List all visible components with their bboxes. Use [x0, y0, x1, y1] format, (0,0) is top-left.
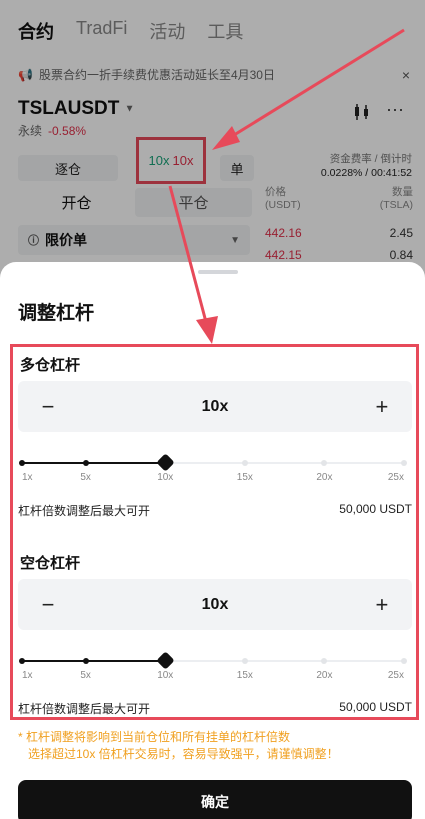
- long-max-value: 50,000 USDT: [339, 502, 412, 516]
- long-leverage-value[interactable]: 10x: [202, 398, 229, 416]
- slider-fill: [22, 462, 166, 464]
- slider-step[interactable]: [321, 658, 328, 664]
- slider-step[interactable]: [19, 658, 25, 664]
- short-max-open-row: 杠杆倍数调整后最大可开 50,000 USDT: [18, 700, 412, 717]
- short-increase-button[interactable]: +: [372, 593, 392, 615]
- risk-warning: * 杠杆调整将影响到当前仓位和所有挂单的杠杆倍数 选择超过10x 倍杠杆交易时，…: [18, 729, 412, 763]
- sheet-title: 调整杠杆: [18, 303, 95, 324]
- warning-line-2: 选择超过10x 倍杠杆交易时，容易导致强平，请谨慎调整！: [28, 747, 339, 761]
- slider-handle[interactable]: [156, 453, 175, 472]
- long-leverage-slider[interactable]: 1x 5x 10x 15x 20x 25x: [19, 453, 407, 485]
- long-decrease-button[interactable]: −: [38, 395, 58, 417]
- short-max-value: 50,000 USDT: [339, 700, 412, 714]
- slider-fill: [22, 660, 166, 662]
- slider-tick-label: 25x: [387, 472, 404, 483]
- slider-step[interactable]: [241, 658, 248, 664]
- short-leverage-label: 空仓杠杆: [20, 555, 81, 572]
- slider-tick-label: 1x: [22, 670, 33, 681]
- slider-handle[interactable]: [156, 651, 175, 670]
- slider-tick-label: 5x: [80, 472, 91, 483]
- slider-step[interactable]: [82, 460, 89, 466]
- slider-tick-label: 5x: [80, 670, 91, 681]
- long-max-label: 杠杆倍数调整后最大可开: [18, 504, 151, 518]
- leverage-sheet: 调整杠杆 多仓杠杆 − 10x + 1x 5x 10x 15x 20x 25x 杠杆倍数调…: [0, 262, 425, 819]
- slider-tick-label: 20x: [316, 670, 333, 681]
- slider-step[interactable]: [321, 460, 328, 466]
- slider-step[interactable]: [241, 460, 248, 466]
- long-leverage-label: 多仓杠杆: [20, 357, 81, 374]
- slider-step[interactable]: [401, 460, 407, 466]
- short-leverage-slider[interactable]: 1x 5x 10x 15x 20x 25x: [19, 651, 407, 683]
- confirm-button[interactable]: 确定: [18, 780, 412, 819]
- long-max-open-row: 杠杆倍数调整后最大可开 50,000 USDT: [18, 502, 412, 519]
- long-increase-button[interactable]: +: [372, 395, 392, 417]
- short-decrease-button[interactable]: −: [38, 593, 58, 615]
- sheet-handle[interactable]: [198, 270, 238, 274]
- short-leverage-stepper: − 10x +: [18, 579, 412, 630]
- slider-tick-label: 10x: [157, 472, 174, 483]
- warning-line-1: * 杠杆调整将影响到当前仓位和所有挂单的杠杆倍数: [18, 730, 291, 744]
- long-leverage-stepper: − 10x +: [18, 381, 412, 432]
- slider-step[interactable]: [401, 658, 407, 664]
- short-leverage-value[interactable]: 10x: [202, 596, 229, 614]
- slider-tick-label: 25x: [387, 670, 404, 681]
- slider-step[interactable]: [82, 658, 89, 664]
- short-max-label: 杠杆倍数调整后最大可开: [18, 702, 151, 716]
- slider-step[interactable]: [19, 460, 25, 466]
- slider-tick-label: 15x: [236, 472, 253, 483]
- slider-tick-label: 15x: [236, 670, 253, 681]
- slider-tick-label: 10x: [157, 670, 174, 681]
- slider-tick-label: 1x: [22, 472, 33, 483]
- slider-tick-label: 20x: [316, 472, 333, 483]
